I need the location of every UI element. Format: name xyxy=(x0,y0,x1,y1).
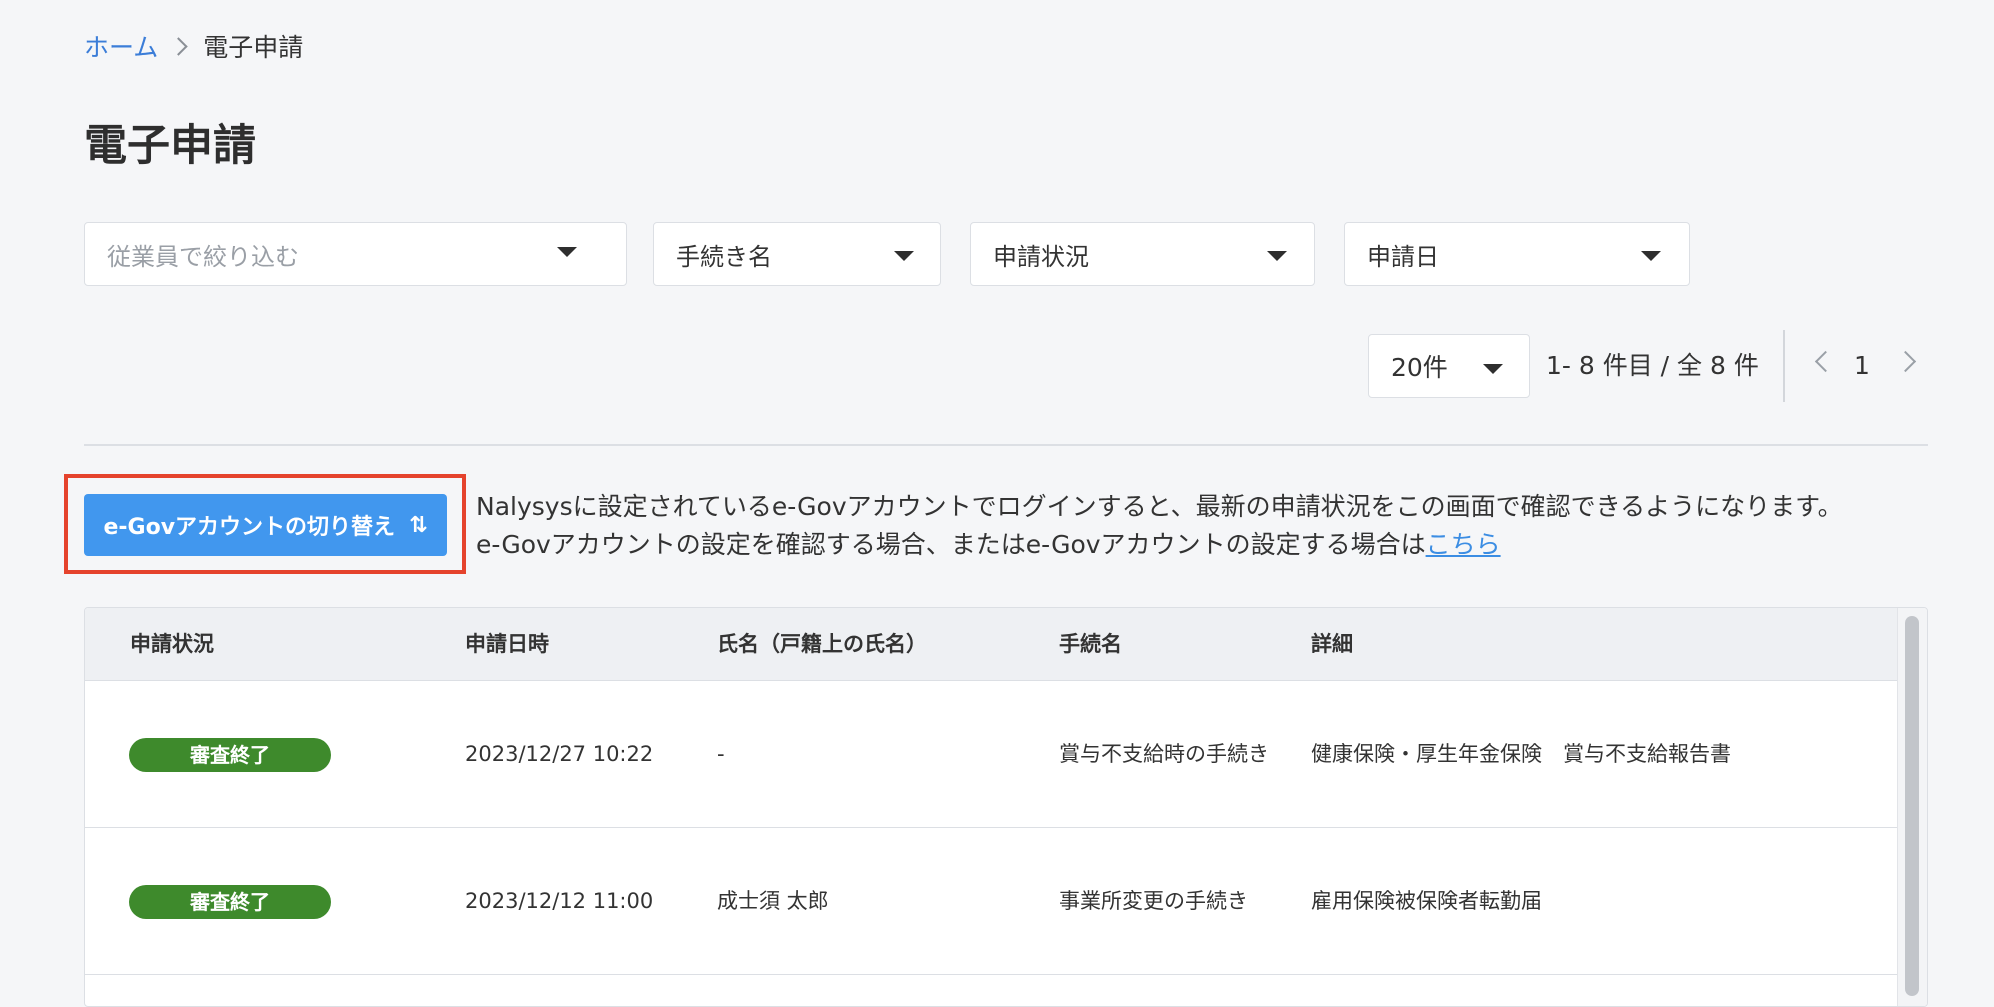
chevron-right-icon[interactable] xyxy=(1894,350,1917,373)
egov-notice-line2-text: e-Govアカウントの設定を確認する場合、またはe-Govアカウントの設定する場… xyxy=(476,530,1426,559)
egov-settings-link[interactable]: こちら xyxy=(1426,530,1501,559)
breadcrumb-current: 電子申請 xyxy=(203,33,304,62)
employee-filter-select[interactable]: 従業員で絞り込む xyxy=(84,222,627,286)
status-filter-label: 申請状況 xyxy=(993,242,1089,271)
employee-filter-placeholder: 従業員で絞り込む xyxy=(107,242,299,271)
table-row[interactable]: 審査終了 2023/12/27 10:22 - 賞与不支給時の手続き 健康保険・… xyxy=(85,681,1897,828)
status-filter-select[interactable]: 申請状況 xyxy=(970,222,1315,286)
procedure-filter-label: 手続き名 xyxy=(676,242,772,271)
pagination-current-page[interactable]: 1 xyxy=(1854,346,1870,386)
page-size-select[interactable]: 20件 xyxy=(1368,334,1530,398)
row-name: - xyxy=(717,742,725,766)
header-detail[interactable]: 詳細 xyxy=(1311,608,1353,681)
header-procedure[interactable]: 手続名 xyxy=(1059,608,1122,681)
row-detail: 雇用保険被保険者転勤届 xyxy=(1311,889,1542,913)
row-detail: 健康保険・厚生年金保険 賞与不支給報告書 xyxy=(1311,742,1731,766)
breadcrumb: ホーム 電子申請 xyxy=(84,28,303,64)
date-filter-select[interactable]: 申請日 xyxy=(1344,222,1690,286)
date-filter-label: 申請日 xyxy=(1367,242,1439,271)
status-badge: 審査終了 xyxy=(129,738,331,772)
row-datetime: 2023/12/12 11:00 xyxy=(465,889,654,913)
chevron-right-icon xyxy=(169,36,188,56)
row-procedure: 事業所変更の手続き xyxy=(1059,889,1248,913)
egov-account-switch-button[interactable]: e-Govアカウントの切り替え ⇅ xyxy=(84,494,447,556)
status-badge: 審査終了 xyxy=(129,885,331,919)
pagination-range: 1- 8 件目 / 全 8 件 xyxy=(1546,351,1759,380)
row-name: 成士須 太郎 xyxy=(717,889,829,913)
egov-notice-line2: e-Govアカウントの設定を確認する場合、またはe-Govアカウントの設定する場… xyxy=(476,526,1843,564)
caret-down-icon xyxy=(557,247,577,257)
section-divider xyxy=(84,444,1928,446)
pagination-divider xyxy=(1783,330,1785,402)
table-row[interactable]: 審査終了 2023/12/12 11:00 成士須 太郎 事業所変更の手続き 雇… xyxy=(85,828,1897,975)
chevron-left-icon[interactable] xyxy=(1814,350,1837,373)
egov-notice-line1: Nalysysに設定されているe-Govアカウントでログインすると、最新の申請状… xyxy=(476,492,1843,521)
swap-vertical-icon: ⇅ xyxy=(409,512,428,538)
row-datetime: 2023/12/27 10:22 xyxy=(465,742,654,766)
caret-down-icon xyxy=(1483,364,1503,374)
applications-table: 申請状況 申請日時 氏名（戸籍上の氏名） 手続名 詳細 審査終了 2023/12… xyxy=(84,607,1928,1007)
row-procedure: 賞与不支給時の手続き xyxy=(1059,742,1269,766)
table-scrollbar-thumb[interactable] xyxy=(1905,616,1919,996)
egov-notice: Nalysysに設定されているe-Govアカウントでログインすると、最新の申請状… xyxy=(476,488,1843,564)
caret-down-icon xyxy=(1641,251,1661,261)
header-name[interactable]: 氏名（戸籍上の氏名） xyxy=(717,608,927,681)
procedure-filter-select[interactable]: 手続き名 xyxy=(653,222,941,286)
page-title: 電子申請 xyxy=(84,121,256,171)
egov-account-switch-label: e-Govアカウントの切り替え xyxy=(103,515,396,540)
header-status[interactable]: 申請状況 xyxy=(130,608,214,681)
breadcrumb-home-link[interactable]: ホーム xyxy=(84,28,158,64)
caret-down-icon xyxy=(894,251,914,261)
page-size-value: 20件 xyxy=(1391,353,1448,382)
caret-down-icon xyxy=(1267,251,1287,261)
header-datetime[interactable]: 申請日時 xyxy=(465,608,549,681)
table-header: 申請状況 申請日時 氏名（戸籍上の氏名） 手続名 詳細 xyxy=(85,608,1897,681)
